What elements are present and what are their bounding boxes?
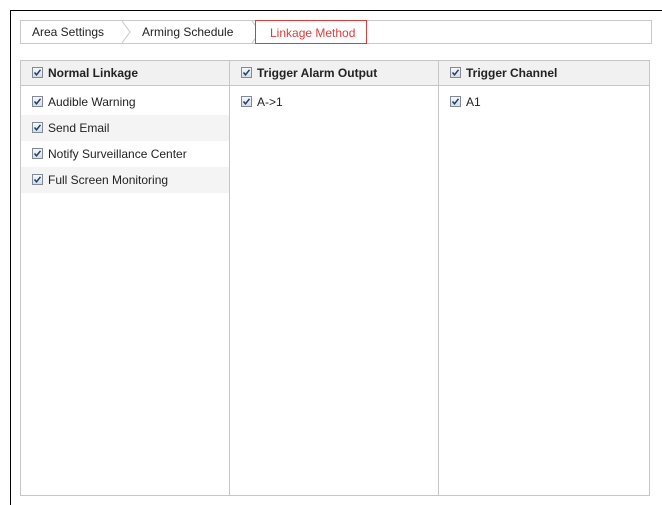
option-list: A->1 <box>230 86 438 115</box>
list-item: Audible Warning <box>21 89 229 115</box>
checkmark-icon <box>451 98 460 105</box>
normal-linkage-column: Normal Linkage Audible Warning Send Emai… <box>21 61 230 495</box>
checkbox-send-email[interactable] <box>32 122 43 133</box>
checkmark-icon <box>33 98 42 105</box>
column-header: Normal Linkage <box>21 61 229 86</box>
checkmark-icon <box>242 98 251 105</box>
checkbox-channel-a1[interactable] <box>450 96 461 107</box>
tab-area-settings[interactable]: Area Settings <box>32 21 104 43</box>
checkbox-audible-warning[interactable] <box>32 96 43 107</box>
trigger-channel-column: Trigger Channel A1 <box>439 61 649 495</box>
column-header-label: Trigger Alarm Output <box>257 66 378 80</box>
column-header: Trigger Channel <box>439 61 649 86</box>
tab-arming-schedule[interactable]: Arming Schedule <box>142 21 233 43</box>
checkbox-full-screen-monitoring[interactable] <box>32 174 43 185</box>
column-header-label: Trigger Channel <box>466 66 558 80</box>
option-list: Audible Warning Send Email Notify Survei… <box>21 86 229 193</box>
checkbox-notify-surveillance-center[interactable] <box>32 148 43 159</box>
option-label: Full Screen Monitoring <box>48 173 169 187</box>
column-header: Trigger Alarm Output <box>230 61 438 86</box>
option-label: A->1 <box>257 95 283 109</box>
tab-linkage-method[interactable]: Linkage Method <box>255 20 367 44</box>
checkmark-icon <box>33 69 42 76</box>
chevron-right-icon <box>121 21 131 43</box>
checkmark-icon <box>33 150 42 157</box>
checkbox-trigger-alarm-output[interactable] <box>241 67 252 78</box>
column-header-label: Normal Linkage <box>48 66 139 80</box>
list-item: A->1 <box>230 89 438 115</box>
checkmark-icon <box>242 69 251 76</box>
option-label: Audible Warning <box>48 95 136 109</box>
trigger-alarm-output-column: Trigger Alarm Output A->1 <box>230 61 439 495</box>
list-item: A1 <box>439 89 649 115</box>
list-item: Notify Surveillance Center <box>21 141 229 167</box>
list-item: Full Screen Monitoring <box>21 167 229 193</box>
checkmark-icon <box>451 69 460 76</box>
option-label: Notify Surveillance Center <box>48 147 187 161</box>
checkmark-icon <box>33 124 42 131</box>
checkbox-trigger-channel[interactable] <box>450 67 461 78</box>
tab-bar: Area Settings Arming Schedule Linkage Me… <box>20 20 652 44</box>
linkage-table: Normal Linkage Audible Warning Send Emai… <box>20 60 650 496</box>
list-item: Send Email <box>21 115 229 141</box>
option-list: A1 <box>439 86 649 115</box>
checkmark-icon <box>33 176 42 183</box>
checkbox-normal-linkage[interactable] <box>32 67 43 78</box>
option-label: Send Email <box>48 121 110 135</box>
option-label: A1 <box>466 95 481 109</box>
checkbox-alarm-output-a1[interactable] <box>241 96 252 107</box>
